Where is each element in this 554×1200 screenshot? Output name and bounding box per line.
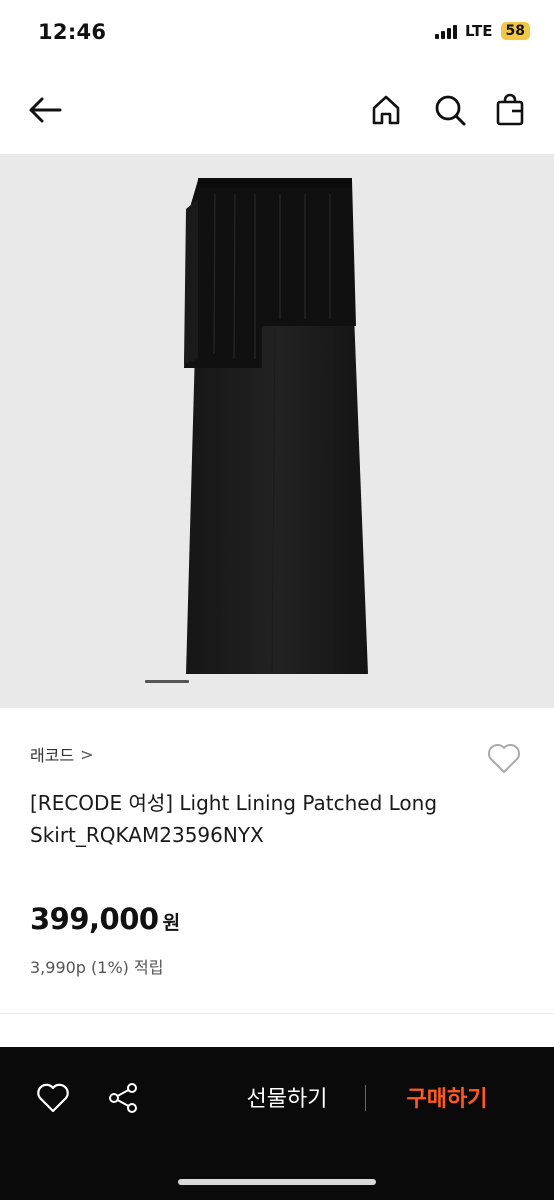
- nav-bar: [0, 72, 554, 148]
- battery-icon: 58: [500, 22, 530, 40]
- bottom-action-bar: 선물하기 구매하기: [0, 1047, 554, 1200]
- carousel-indicator: [145, 680, 189, 683]
- arrow-left-icon: [29, 97, 62, 123]
- wishlist-button[interactable]: [484, 738, 524, 778]
- search-button[interactable]: [430, 90, 470, 130]
- status-indicators: LTE 58: [434, 22, 530, 40]
- home-indicator: [178, 1179, 376, 1185]
- currency: 원: [162, 912, 181, 934]
- home-icon: [372, 95, 400, 125]
- back-button[interactable]: [26, 90, 66, 130]
- gift-button[interactable]: 선물하기: [222, 1075, 352, 1119]
- button-divider: [365, 1085, 366, 1111]
- reward-points: 3,990p (1%) 적립: [30, 958, 164, 977]
- home-button[interactable]: [366, 90, 406, 130]
- price: 399,000: [30, 902, 159, 936]
- status-bar: 12:46 LTE 58: [0, 0, 554, 66]
- divider: [0, 1013, 554, 1014]
- search-icon: [435, 95, 466, 126]
- product-image[interactable]: [0, 154, 554, 708]
- bottom-wishlist-button[interactable]: [34, 1079, 72, 1117]
- network-label: LTE: [464, 22, 493, 40]
- brand-name: 래코드: [30, 746, 75, 765]
- buy-button[interactable]: 구매하기: [382, 1075, 512, 1119]
- share-button[interactable]: [104, 1079, 142, 1117]
- price-row: 399,000 원: [30, 902, 180, 936]
- product-title: [RECODE 여성] Light Lining Patched Long Sk…: [30, 791, 438, 847]
- status-time: 12:46: [38, 20, 107, 44]
- heart-icon: [37, 1083, 69, 1113]
- signal-icon: [434, 23, 457, 39]
- heart-outline-icon: [488, 744, 520, 773]
- shopping-bag-icon: [496, 93, 524, 126]
- shopping-bag-button[interactable]: [490, 90, 530, 130]
- brand-link[interactable]: 래코드 >: [30, 742, 94, 766]
- share-icon: [109, 1083, 137, 1113]
- chevron-right-icon: >: [80, 744, 94, 764]
- black-long-skirt-image: [184, 178, 368, 674]
